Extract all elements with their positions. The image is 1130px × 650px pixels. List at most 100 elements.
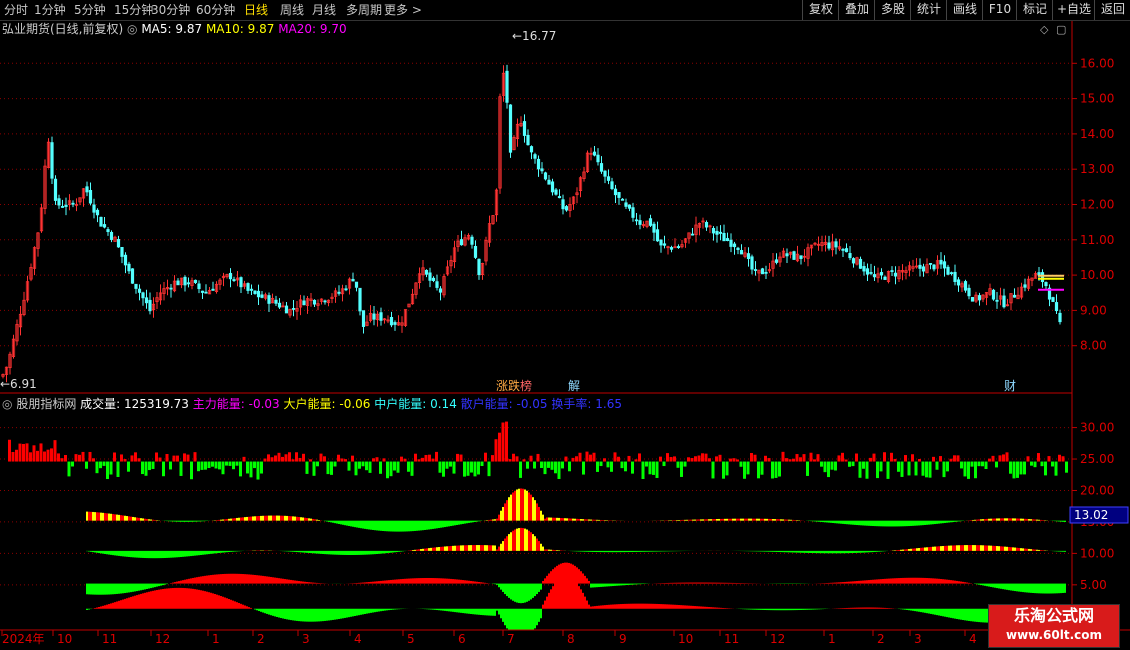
- energy-bar-2: [834, 582, 836, 584]
- period-5[interactable]: 60分钟: [196, 2, 235, 18]
- energy-bar-3: [608, 604, 610, 609]
- energy-bar-0: [694, 519, 696, 521]
- toolbar-btn-7[interactable]: +自选: [1052, 0, 1095, 20]
- energy-bar-1: [486, 545, 488, 551]
- energy-bar-0: [672, 520, 674, 521]
- energy-bar-0: [294, 516, 296, 521]
- energy-bar-2: [432, 578, 434, 584]
- volume-bar: [445, 461, 449, 469]
- collapse-icon[interactable]: ◎: [127, 22, 137, 36]
- energy-bar-2: [434, 578, 436, 584]
- energy-bar-1: [608, 550, 610, 553]
- candle-body: [60, 206, 65, 208]
- energy-bar-1: [158, 550, 160, 559]
- period-2[interactable]: 5分钟: [74, 2, 106, 18]
- volume-bar: [144, 461, 148, 476]
- energy-bar-0: [312, 518, 314, 521]
- energy-bar-0: [200, 520, 202, 522]
- candle-body: [473, 246, 478, 258]
- period-0[interactable]: 分时: [4, 2, 28, 18]
- period-7[interactable]: 周线: [280, 2, 304, 18]
- energy-bar-1: [150, 550, 152, 559]
- energy-bar-2: [706, 582, 708, 584]
- energy-bar-3: [886, 608, 888, 609]
- energy-bar-0: [416, 520, 418, 531]
- energy-bar-3: [796, 608, 798, 611]
- energy-bar-1: [576, 550, 578, 552]
- volume-bar: [442, 461, 445, 477]
- toolbar-btn-1[interactable]: 叠加: [838, 0, 875, 20]
- energy-bar-0: [790, 519, 792, 521]
- energy-bar-2: [904, 577, 906, 584]
- energy-bar-2: [126, 583, 128, 593]
- energy-bar-2: [690, 582, 692, 584]
- toolbar-btn-5[interactable]: F10: [982, 0, 1017, 20]
- energy-bar-2: [990, 583, 992, 587]
- energy-bar-1: [410, 550, 412, 551]
- candle-body: [613, 188, 618, 196]
- energy-bar-3: [770, 608, 772, 611]
- energy-bar-1: [662, 550, 664, 552]
- energy-bar-1: [774, 550, 776, 552]
- energy-bar-2: [878, 579, 880, 584]
- period-8[interactable]: 月线: [312, 2, 336, 18]
- period-6[interactable]: 日线: [244, 2, 268, 18]
- period-10[interactable]: 更多 >: [384, 2, 422, 18]
- energy-bar-1: [824, 550, 826, 554]
- toolbar-btn-2[interactable]: 多股: [874, 0, 911, 20]
- volume-bar: [953, 455, 956, 462]
- energy-bar-2: [620, 583, 622, 586]
- energy-bar-1: [580, 550, 582, 552]
- toolbar-btn-0[interactable]: 复权: [802, 0, 839, 20]
- energy-bar-3: [446, 608, 448, 612]
- volume-bar: [991, 455, 995, 462]
- energy-bar-3: [456, 608, 458, 613]
- toolbar-btn-6[interactable]: 标记: [1016, 0, 1053, 20]
- energy-bar-1: [918, 548, 920, 551]
- toolbar-btn-3[interactable]: 统计: [910, 0, 947, 20]
- energy-bar-0: [426, 520, 428, 530]
- energy-bar-3: [100, 606, 102, 609]
- energy-bar-1: [364, 550, 366, 555]
- energy-bar-2: [996, 583, 998, 589]
- toolbar-btn-4[interactable]: 画线: [946, 0, 983, 20]
- energy-bar-1: [994, 545, 996, 551]
- energy-bar-2: [114, 583, 116, 595]
- energy-bar-0: [368, 520, 370, 530]
- energy-bar-3: [266, 608, 268, 614]
- energy-bar-2: [134, 583, 136, 592]
- energy-bar-2: [926, 578, 928, 584]
- period-1[interactable]: 1分钟: [34, 2, 66, 18]
- energy-bar-3: [694, 606, 696, 609]
- energy-bar-0: [292, 516, 294, 521]
- volume-bar: [907, 461, 911, 476]
- energy-bar-2: [286, 579, 288, 584]
- energy-bar-3: [368, 608, 370, 614]
- energy-bar-0: [514, 490, 516, 521]
- energy-bar-1: [432, 547, 434, 551]
- energy-bar-2: [98, 583, 100, 595]
- energy-bar-3: [810, 608, 812, 610]
- volume-bar: [39, 443, 43, 462]
- energy-bar-1: [1026, 548, 1028, 551]
- energy-bar-0: [920, 520, 922, 526]
- energy-bar-2: [612, 583, 614, 587]
- period-4[interactable]: 30分钟: [151, 2, 190, 18]
- period-9[interactable]: 多周期: [346, 2, 382, 18]
- energy-bar-1: [816, 550, 818, 554]
- energy-bar-1: [202, 550, 204, 555]
- toolbar-btn-8[interactable]: 返回: [1094, 0, 1130, 20]
- energy-bar-2: [1058, 583, 1060, 594]
- energy-bar-1: [770, 550, 772, 552]
- volume-bar: [256, 461, 260, 480]
- candle-body: [302, 300, 306, 306]
- candle-body: [109, 231, 114, 240]
- current-value-badge: [1069, 506, 1129, 524]
- energy-bar-1: [862, 550, 864, 553]
- period-3[interactable]: 15分钟: [114, 2, 153, 18]
- collapse-icon[interactable]: ◎: [2, 397, 12, 411]
- candle-body: [95, 209, 100, 216]
- energy-bar-3: [110, 603, 112, 609]
- energy-bar-3: [464, 608, 466, 614]
- volume-bar: [29, 452, 32, 462]
